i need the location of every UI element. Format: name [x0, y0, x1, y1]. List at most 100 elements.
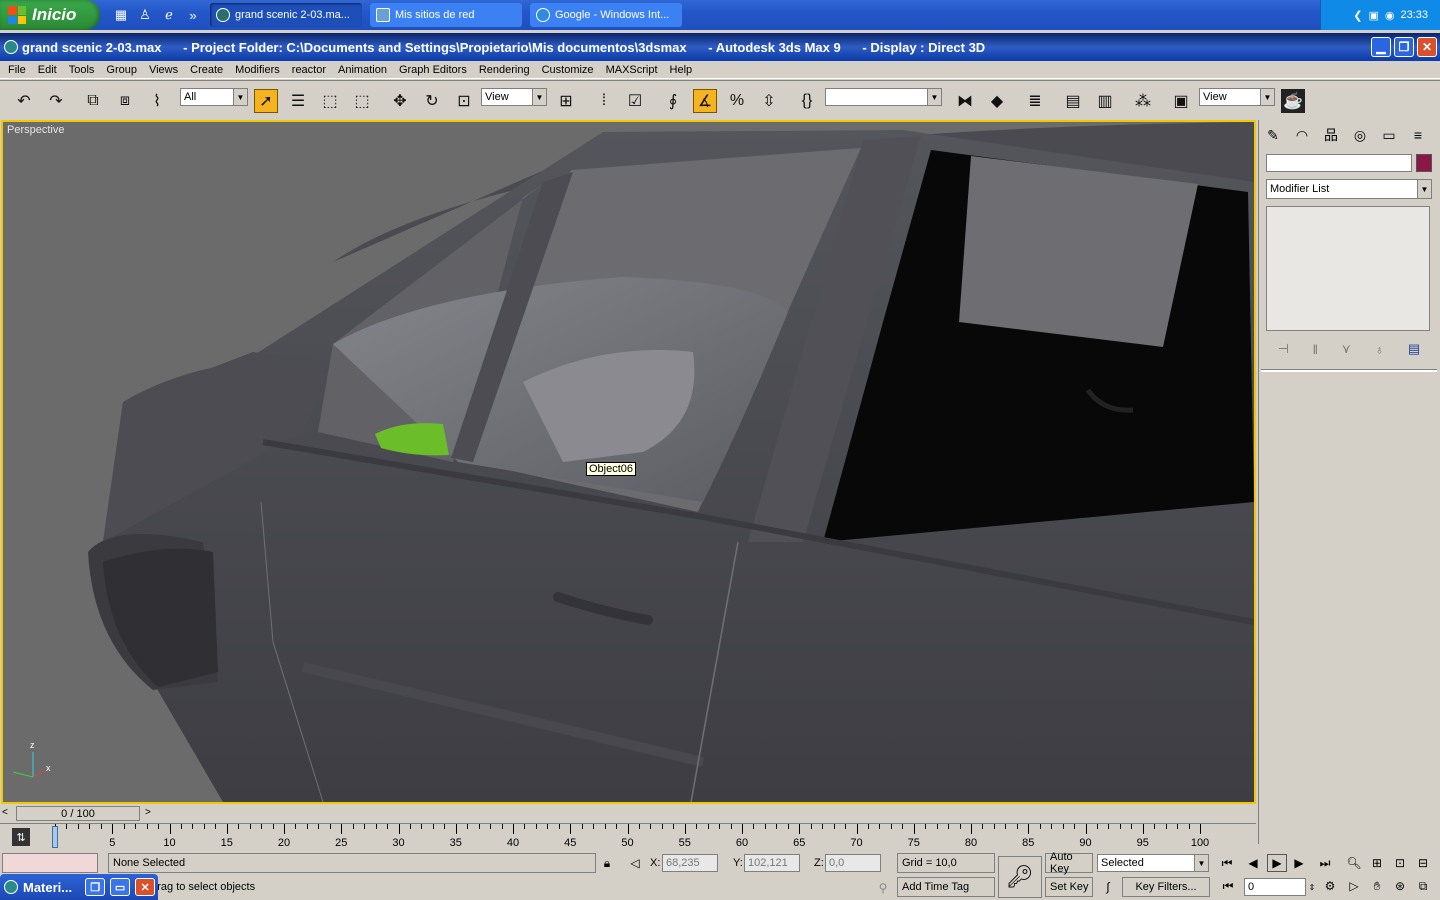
- display-tab-icon[interactable]: ▭: [1377, 124, 1401, 146]
- restore-button[interactable]: ❐: [1394, 37, 1414, 57]
- zoom-all-icon[interactable]: ⊞: [1367, 854, 1387, 872]
- previous-frame-icon[interactable]: ◀: [1243, 854, 1263, 872]
- key-mode-dropdown[interactable]: Selected ▼: [1097, 854, 1209, 872]
- viewport-label[interactable]: Perspective: [7, 124, 64, 136]
- key-filters-button[interactable]: Key Filters...: [1122, 877, 1210, 897]
- undo-icon[interactable]: ↶: [12, 89, 36, 113]
- pivot-center-icon[interactable]: ⊞: [554, 89, 578, 113]
- configure-modifier-sets-icon[interactable]: ▤: [1408, 341, 1420, 357]
- close-button[interactable]: ✕: [135, 878, 156, 896]
- select-manipulate-icon[interactable]: ⁞: [592, 89, 616, 113]
- menu-rendering[interactable]: Rendering: [473, 64, 536, 76]
- add-time-tag-button[interactable]: Add Time Tag: [897, 877, 995, 897]
- angle-snap-icon[interactable]: ∡: [693, 89, 717, 113]
- rectangular-selection-icon[interactable]: ⬚: [318, 89, 342, 113]
- absolute-mode-icon[interactable]: ◁: [625, 854, 645, 872]
- time-configuration-icon[interactable]: ⚙: [1320, 877, 1340, 895]
- window-crossing-icon[interactable]: ⬚: [350, 89, 374, 113]
- move-icon[interactable]: ✥: [388, 89, 412, 113]
- menu-views[interactable]: Views: [143, 64, 184, 76]
- selection-filter-dropdown[interactable]: All ▼: [180, 88, 248, 106]
- snaps-toggle-icon[interactable]: ∮: [661, 89, 685, 113]
- task-button-ie[interactable]: Google - Windows Int...: [530, 3, 682, 27]
- utilities-tab-icon[interactable]: ≡: [1406, 124, 1430, 146]
- play-icon[interactable]: ▶: [1267, 854, 1287, 872]
- pan-icon[interactable]: ✋︎: [1367, 877, 1387, 895]
- schematic-view-icon[interactable]: ▥: [1093, 89, 1117, 113]
- time-tag-icon[interactable]: ⚲: [873, 879, 893, 897]
- render-view-dropdown[interactable]: View ▼: [1199, 88, 1275, 106]
- task-button-3dsmax[interactable]: grand scenic 2-03.ma...: [210, 3, 362, 27]
- quick-render-icon[interactable]: ☕: [1281, 89, 1305, 113]
- start-button[interactable]: Inicio: [0, 0, 100, 30]
- bind-space-warp-icon[interactable]: ⌇: [145, 89, 169, 113]
- time-slider-thumb[interactable]: 0 / 100: [16, 806, 140, 821]
- select-by-name-icon[interactable]: ☰: [286, 89, 310, 113]
- rotate-icon[interactable]: ↻: [420, 89, 444, 113]
- maximize-button[interactable]: ▭: [110, 878, 131, 896]
- go-to-end-icon[interactable]: ⏭: [1315, 854, 1335, 872]
- material-editor-minimized[interactable]: Materi... ❐ ▭ ✕: [0, 874, 158, 900]
- percent-snap-icon[interactable]: %: [725, 89, 749, 113]
- maxscript-listener-mini[interactable]: [2, 853, 98, 873]
- tray-arrow-icon[interactable]: ❮: [1353, 9, 1362, 22]
- render-scene-icon[interactable]: ▣: [1169, 89, 1193, 113]
- redo-icon[interactable]: ↷: [44, 89, 68, 113]
- clock[interactable]: 23:33: [1400, 9, 1428, 21]
- current-frame-marker[interactable]: [52, 826, 58, 848]
- menu-reactor[interactable]: reactor: [286, 64, 332, 76]
- next-frame-arrow-icon[interactable]: >: [145, 807, 151, 818]
- next-frame-icon[interactable]: ▶: [1289, 854, 1309, 872]
- frame-spinner-icon[interactable]: ⇕: [1306, 878, 1318, 896]
- network-icon[interactable]: ▣: [1368, 9, 1378, 22]
- modifier-list-dropdown[interactable]: Modifier List ▼: [1266, 179, 1432, 199]
- menu-graph-editors[interactable]: Graph Editors: [393, 64, 473, 76]
- set-key-big-icon[interactable]: 🔑︎: [998, 856, 1042, 898]
- minimize-button[interactable]: ▁: [1371, 37, 1391, 57]
- object-color-swatch[interactable]: [1416, 154, 1432, 172]
- arc-rotate-icon[interactable]: ⊛: [1390, 877, 1410, 895]
- prev-frame-arrow-icon[interactable]: <: [2, 807, 8, 818]
- keyboard-shortcut-override-icon[interactable]: ☑: [623, 89, 647, 113]
- restore-button[interactable]: ❐: [85, 878, 106, 896]
- remove-modifier-icon[interactable]: ♁: [1375, 342, 1385, 357]
- material-editor-icon[interactable]: ⁂: [1131, 89, 1155, 113]
- current-frame-field[interactable]: 0: [1244, 878, 1306, 896]
- volume-icon[interactable]: ◉: [1385, 9, 1395, 22]
- zoom-extents-icon[interactable]: ⊡: [1390, 854, 1410, 872]
- app-icon[interactable]: [4, 40, 18, 54]
- maximize-viewport-icon[interactable]: ⧉: [1413, 877, 1433, 895]
- desktop-icon[interactable]: ▦: [112, 6, 130, 24]
- open-mini-curve-editor-icon[interactable]: ⇅: [12, 828, 30, 846]
- expand-quicklaunch-icon[interactable]: »: [184, 6, 202, 24]
- menu-customize[interactable]: Customize: [536, 64, 600, 76]
- menu-create[interactable]: Create: [184, 64, 229, 76]
- select-object-icon[interactable]: ➚: [254, 89, 278, 113]
- perspective-viewport[interactable]: Perspective Object06 z x: [1, 120, 1256, 804]
- hierarchy-tab-icon[interactable]: 品: [1319, 124, 1343, 146]
- select-link-icon[interactable]: ⧉: [81, 89, 105, 113]
- named-selection-sets-dropdown[interactable]: ▼: [825, 88, 942, 106]
- x-coordinate-field[interactable]: 68,235: [662, 854, 718, 872]
- time-slider[interactable]: < 0 / 100 >: [0, 805, 1256, 823]
- unlink-icon[interactable]: ⧈: [113, 89, 137, 113]
- messenger-icon[interactable]: ♙: [136, 6, 154, 24]
- go-to-start-icon[interactable]: ⏮: [1217, 854, 1237, 872]
- object-name-field[interactable]: [1266, 154, 1412, 172]
- zoom-icon[interactable]: 🔍︎: [1344, 854, 1364, 872]
- pin-stack-icon[interactable]: ⊣: [1278, 341, 1289, 357]
- curve-editor-icon[interactable]: ▤: [1061, 89, 1085, 113]
- selection-lock-icon[interactable]: 🔒︎: [597, 854, 617, 872]
- layer-manager-icon[interactable]: ≣: [1023, 89, 1047, 113]
- modifier-stack[interactable]: [1266, 206, 1430, 331]
- zoom-extents-all-icon[interactable]: ⊟: [1413, 854, 1433, 872]
- reference-coordinate-dropdown[interactable]: View ▼: [481, 88, 547, 106]
- mirror-icon[interactable]: ⧓: [953, 89, 977, 113]
- menu-edit[interactable]: Edit: [32, 64, 63, 76]
- make-unique-icon[interactable]: ⋎: [1342, 341, 1352, 357]
- create-tab-icon[interactable]: ✎: [1261, 124, 1285, 146]
- menu-file[interactable]: File: [2, 64, 32, 76]
- menu-help[interactable]: Help: [664, 64, 699, 76]
- modify-tab-icon[interactable]: ◠: [1290, 124, 1314, 146]
- close-button[interactable]: ✕: [1417, 37, 1437, 57]
